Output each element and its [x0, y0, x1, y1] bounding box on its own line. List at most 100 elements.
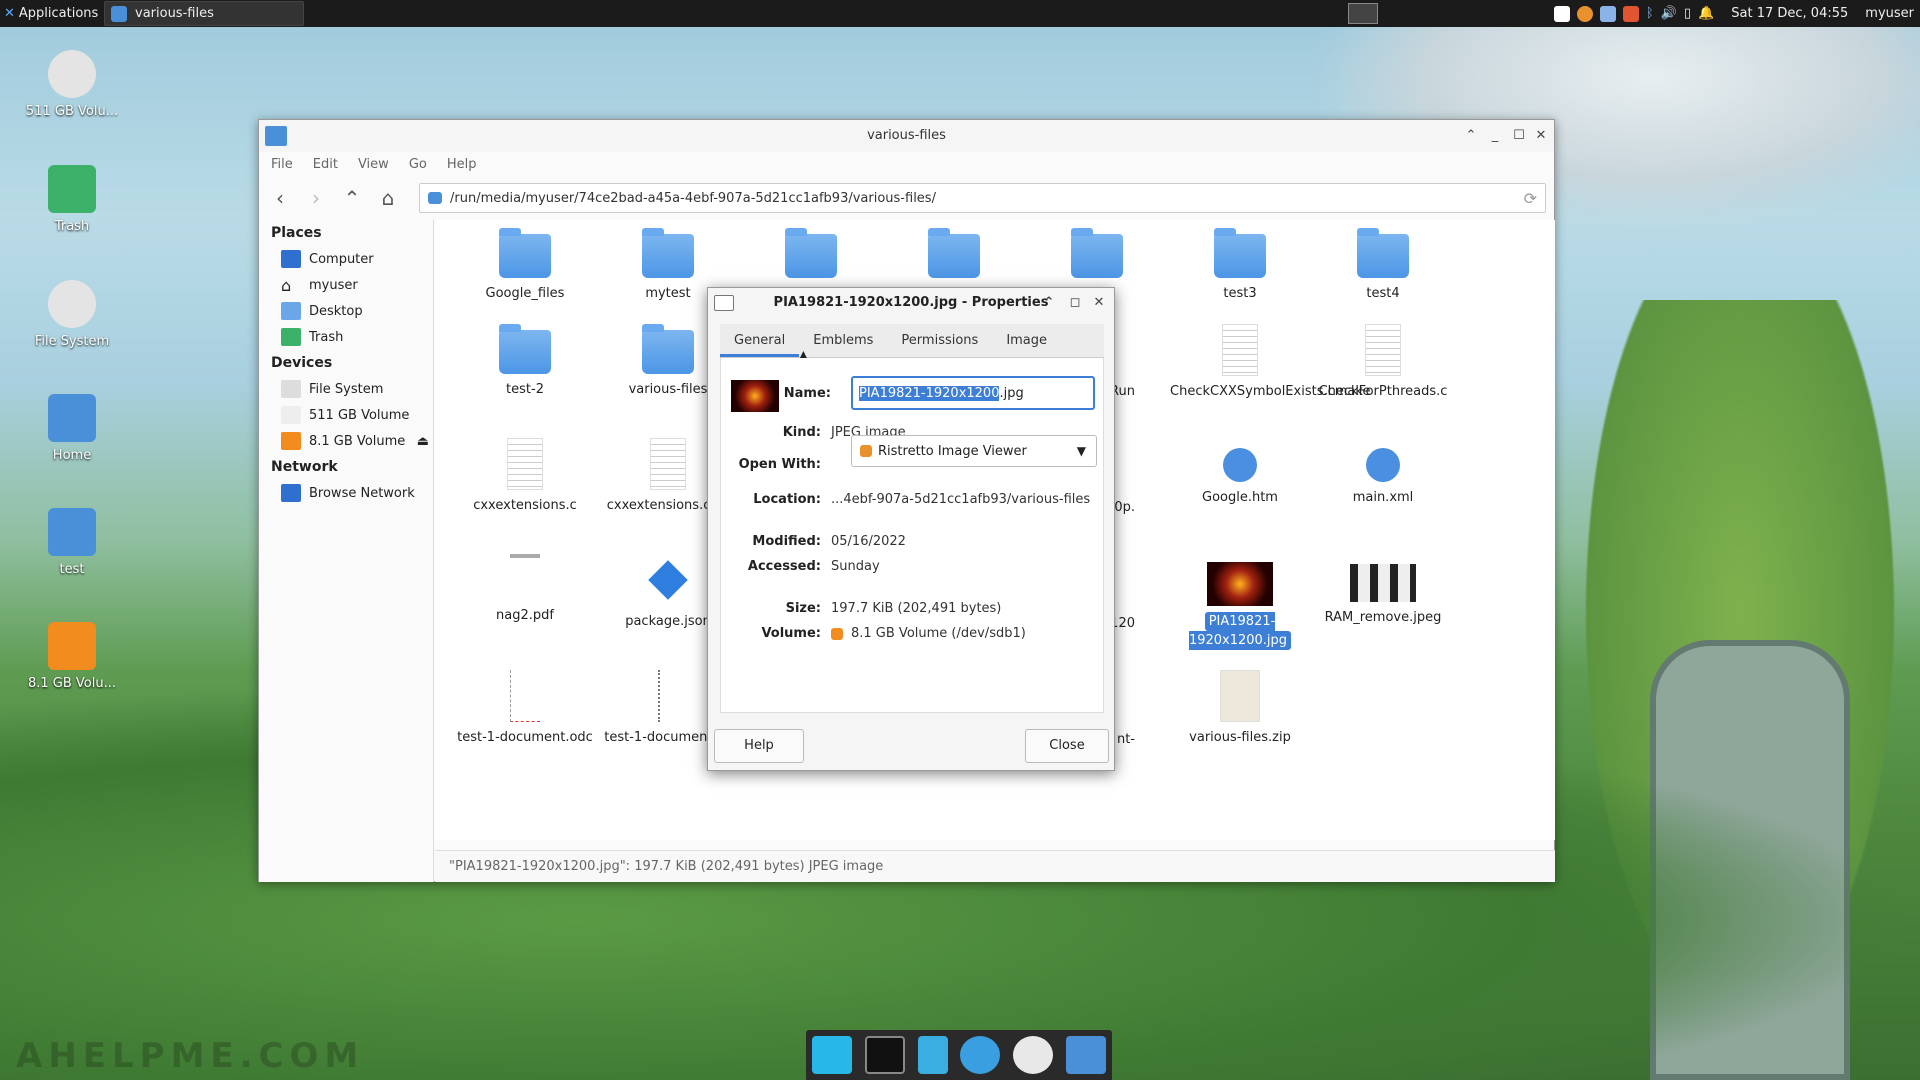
close-button[interactable]: ✕ — [1088, 288, 1110, 318]
sidebar-item-desktop[interactable]: Desktop — [259, 298, 433, 324]
web-browser-icon[interactable] — [960, 1036, 1001, 1074]
sidebar-item-511gb[interactable]: 511 GB Volume — [259, 402, 433, 428]
sidebar-item-label: File System — [309, 381, 384, 397]
shade-button[interactable]: ⌃ — [1038, 288, 1060, 318]
workspace-switcher[interactable] — [1348, 3, 1378, 24]
sidebar-item-computer[interactable]: Computer — [259, 246, 433, 272]
file-item[interactable] — [884, 228, 1024, 284]
terminal-icon[interactable] — [864, 1036, 905, 1074]
tab-emblems[interactable]: Emblems — [799, 324, 887, 357]
shield-icon[interactable] — [1622, 5, 1639, 22]
desktop-item-511gb[interactable]: 511 GB Volu... — [14, 50, 130, 119]
notification-icon[interactable]: 🔔 — [1698, 6, 1714, 21]
location-value: ...4ebf-907a-5d21cc1afb93/various-files — [831, 492, 1091, 507]
sidebar-item-filesystem[interactable]: File System — [259, 376, 433, 402]
folder-icon — [499, 324, 551, 374]
file-name: cxxextensions.c — [473, 498, 577, 513]
file-item[interactable]: Google.htm — [1170, 438, 1310, 507]
file-item[interactable]: test4 — [1313, 228, 1453, 303]
desktop-item-home[interactable]: Home — [14, 394, 130, 463]
forward-icon[interactable]: › — [305, 186, 327, 210]
shade-button[interactable]: ⌃ — [1460, 120, 1482, 152]
file-item[interactable]: nag2.pdf — [455, 554, 595, 625]
open-with-select[interactable]: Ristretto Image Viewer ▼ — [851, 435, 1097, 467]
close-button[interactable]: ✕ — [1530, 120, 1552, 152]
show-desktop-icon[interactable] — [812, 1036, 853, 1074]
menu-go[interactable]: Go — [409, 157, 427, 172]
menu-help[interactable]: Help — [447, 157, 477, 172]
taskbar-item-label: various-files — [135, 6, 214, 21]
tab-general[interactable]: General — [720, 324, 800, 357]
pdf-icon — [510, 554, 540, 558]
applications-menu[interactable]: ✕ Applications — [4, 0, 98, 27]
sidebar-item-81gb[interactable]: 8.1 GB Volume ⏏ — [259, 428, 433, 454]
help-button[interactable]: Help — [714, 729, 804, 763]
window-icon — [714, 295, 734, 311]
file-item[interactable]: test-1-document.odc — [455, 670, 595, 747]
sidebar-item-myuser[interactable]: ⌂ myuser — [259, 272, 433, 298]
bluetooth-icon[interactable]: ᛒ — [1646, 6, 1654, 21]
file-item[interactable]: CheckForPthreads.c — [1313, 324, 1453, 401]
file-item[interactable]: Google_files — [455, 228, 595, 303]
tab-permissions[interactable]: Permissions — [887, 324, 992, 357]
eject-icon[interactable]: ⏏ — [417, 434, 429, 449]
up-icon[interactable]: ⌃ — [341, 186, 363, 210]
maximize-button[interactable]: ◻ — [1064, 288, 1086, 318]
desktop-item-trash[interactable]: Trash — [14, 165, 130, 234]
taskbar-item-various-files[interactable]: various-files — [104, 1, 304, 26]
clipboard-icon[interactable] — [1553, 5, 1570, 22]
sidebar-header-devices: Devices — [271, 355, 333, 371]
volume-icon[interactable]: 🔊 — [1661, 6, 1677, 21]
properties-dialog: PIA19821-1920x1200.jpg - Properties ⌃ ◻ … — [707, 287, 1115, 771]
file-item[interactable]: various-files.zip — [1170, 670, 1310, 747]
file-item[interactable]: cxxextensions.c — [455, 438, 595, 515]
dialog-titlebar[interactable]: PIA19821-1920x1200.jpg - Properties ⌃ ◻ … — [708, 288, 1114, 318]
file-item[interactable] — [741, 228, 881, 284]
file-manager-icon[interactable] — [917, 1036, 948, 1074]
back-icon[interactable]: ‹ — [269, 186, 291, 210]
file-item[interactable]: test3 — [1170, 228, 1310, 303]
location-bar[interactable]: /run/media/myuser/74ce2bad-a45a-4ebf-907… — [419, 183, 1546, 213]
close-dialog-button[interactable]: Close — [1025, 729, 1109, 763]
file-item[interactable]: test-2 — [455, 324, 595, 399]
maximize-button[interactable]: ☐ — [1508, 120, 1530, 152]
menu-view[interactable]: View — [358, 157, 389, 172]
file-item[interactable] — [1027, 228, 1167, 284]
desktop-item-81gb[interactable]: 8.1 GB Volu... — [14, 622, 130, 691]
sidebar-item-browse-network[interactable]: Browse Network — [259, 480, 433, 506]
folder-icon[interactable] — [1065, 1036, 1106, 1074]
sidebar-item-trash[interactable]: Trash — [259, 324, 433, 350]
trash-icon — [48, 165, 96, 213]
name-input[interactable]: PIA19821-1920x1200 .jpg — [851, 376, 1095, 410]
reload-icon[interactable]: ⟳ — [1524, 189, 1537, 208]
modified-label: Modified: — [752, 534, 821, 549]
xml-file-icon — [1366, 448, 1400, 482]
name-selected-text: PIA19821-1920x1200 — [859, 385, 1000, 401]
file-item-selected[interactable]: PIA19821-1920x1200.jpg — [1170, 554, 1310, 650]
file-name: Google_files — [485, 286, 565, 301]
web-page-icon — [1223, 448, 1257, 482]
menu-edit[interactable]: Edit — [313, 157, 338, 172]
minimize-button[interactable]: _ — [1484, 120, 1506, 152]
file-item[interactable]: RAM_remove.jpeg — [1313, 554, 1453, 627]
user-menu[interactable]: myuser — [1865, 6, 1914, 21]
home-icon[interactable]: ⌂ — [377, 186, 399, 210]
updates-icon[interactable] — [1576, 5, 1593, 22]
sidebar-item-label: Desktop — [309, 303, 363, 319]
search-icon[interactable] — [1012, 1036, 1053, 1074]
file-name: main.xml — [1352, 490, 1414, 505]
clock[interactable]: Sat 17 Dec, 04:55 — [1731, 6, 1848, 21]
file-item[interactable]: CheckCXXSymbolExists.cmake — [1170, 324, 1370, 401]
menu-file[interactable]: File — [271, 157, 293, 172]
folder-icon — [1071, 228, 1123, 278]
network-icon[interactable] — [1599, 5, 1616, 22]
watermark: AHELPME.COM — [16, 1036, 365, 1076]
desktop-item-filesystem[interactable]: File System — [14, 280, 130, 349]
folder-icon — [265, 126, 287, 146]
window-titlebar[interactable]: various-files ⌃ _ ☐ ✕ — [259, 120, 1554, 152]
battery-icon[interactable]: ▯ — [1684, 6, 1691, 21]
tab-image[interactable]: Image — [992, 324, 1061, 357]
file-item[interactable]: main.xml — [1313, 438, 1453, 507]
drive-icon — [281, 380, 301, 398]
desktop-item-test[interactable]: test — [14, 508, 130, 577]
